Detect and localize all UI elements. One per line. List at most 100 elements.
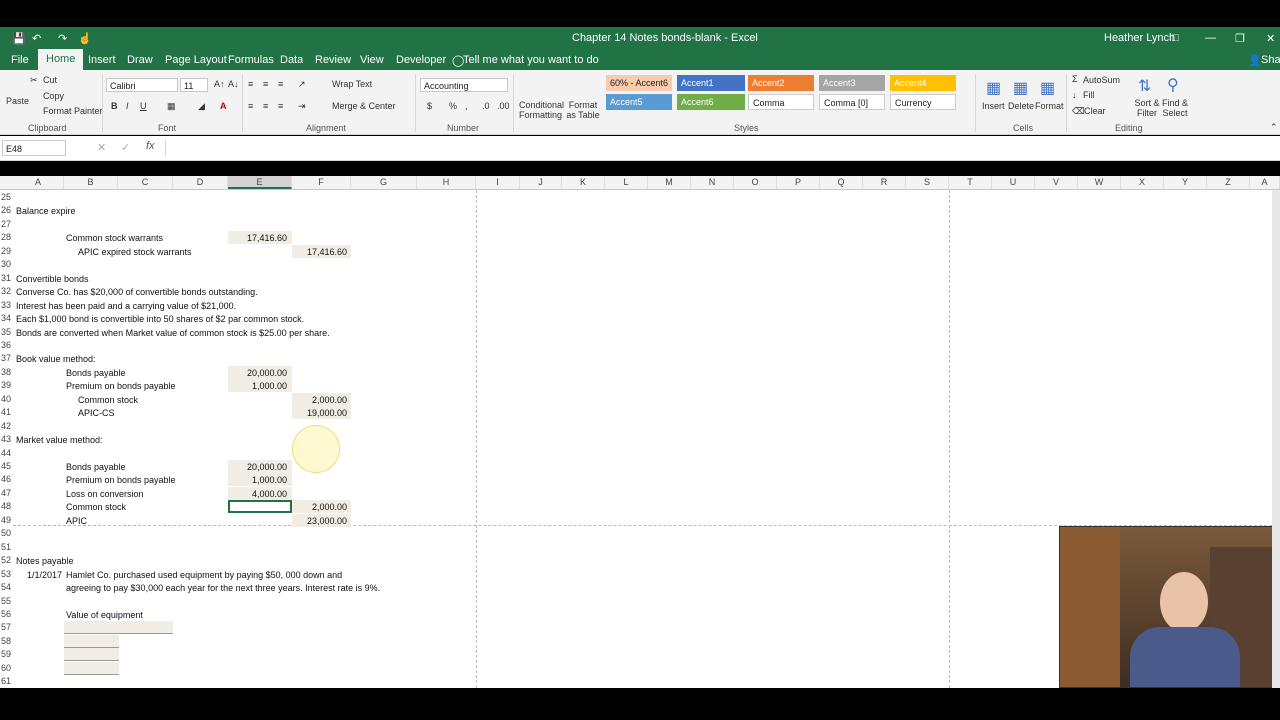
- row-header-32[interactable]: 32: [0, 285, 14, 298]
- cell-45B[interactable]: Bonds payable: [66, 461, 126, 473]
- sort-filter-button[interactable]: Sort & Filter: [1133, 98, 1161, 118]
- cell-32A[interactable]: Converse Co. has $20,000 of convertible …: [16, 286, 258, 298]
- row-header-59[interactable]: 59: [0, 648, 14, 661]
- column-header-n[interactable]: N: [691, 176, 734, 189]
- delete-cells-button[interactable]: Delete: [1008, 101, 1034, 111]
- cell-35A[interactable]: Bonds are converted when Market value of…: [16, 327, 330, 339]
- cell-style-6[interactable]: Accent6: [677, 94, 745, 110]
- insert-function-icon[interactable]: fx: [146, 140, 155, 152]
- column-header-c[interactable]: C: [118, 176, 173, 189]
- row-header-28[interactable]: 28: [0, 231, 14, 244]
- tab-formulas[interactable]: Formulas: [228, 54, 274, 66]
- cell-41F[interactable]: 19,000.00: [292, 407, 347, 419]
- column-header-h[interactable]: H: [417, 176, 476, 189]
- cell-33A[interactable]: Interest has been paid and a carrying va…: [16, 300, 236, 312]
- cell-53A[interactable]: 1/1/2017: [27, 569, 62, 581]
- cell-38E[interactable]: 20,000.00: [228, 367, 287, 379]
- wrap-text-button[interactable]: Wrap Text: [332, 79, 372, 89]
- row-header-40[interactable]: 40: [0, 393, 14, 406]
- cell-29F[interactable]: 17,416.60: [292, 246, 347, 258]
- font-name-combo[interactable]: Calibri: [106, 78, 178, 92]
- cell-49B[interactable]: APIC: [66, 515, 87, 527]
- row-header-53[interactable]: 53: [0, 568, 14, 581]
- italic-icon[interactable]: I: [126, 101, 129, 111]
- column-header-a[interactable]: A: [13, 176, 64, 189]
- column-header-y[interactable]: Y: [1164, 176, 1207, 189]
- row-header-50[interactable]: 50: [0, 527, 14, 540]
- cell-40F[interactable]: 2,000.00: [292, 394, 347, 406]
- fill-button[interactable]: Fill: [1083, 90, 1095, 100]
- cut-button[interactable]: Cut: [43, 75, 57, 85]
- font-color-icon[interactable]: A: [220, 101, 227, 111]
- save-icon[interactable]: 💾: [12, 32, 26, 45]
- cell-31A[interactable]: Convertible bonds: [16, 273, 89, 285]
- column-header-o[interactable]: O: [734, 176, 777, 189]
- column-header-b[interactable]: B: [64, 176, 118, 189]
- cell-style-7[interactable]: Comma: [748, 94, 814, 110]
- cell-49F[interactable]: 23,000.00: [292, 515, 347, 527]
- row-header-45[interactable]: 45: [0, 460, 14, 473]
- cell-style-0[interactable]: 60% - Accent6: [606, 75, 672, 91]
- align-right-icon[interactable]: ≡: [278, 101, 283, 111]
- tab-draw[interactable]: Draw: [127, 54, 153, 66]
- cut-icon[interactable]: ✂: [30, 75, 38, 86]
- clear-icon[interactable]: ⌫: [1072, 106, 1085, 117]
- autosum-button[interactable]: AutoSum: [1083, 75, 1120, 85]
- indent-icon[interactable]: ⇥: [298, 101, 306, 112]
- middle-align-icon[interactable]: ≡: [263, 79, 268, 89]
- copy-button[interactable]: Copy: [43, 91, 64, 101]
- cell-style-9[interactable]: Currency: [890, 94, 956, 110]
- column-header-p[interactable]: P: [777, 176, 820, 189]
- top-align-icon[interactable]: ≡: [248, 79, 253, 89]
- row-header-34[interactable]: 34: [0, 312, 14, 325]
- clear-button[interactable]: Clear: [1084, 106, 1106, 116]
- collapse-ribbon-icon[interactable]: ⌃: [1270, 122, 1278, 133]
- align-center-icon[interactable]: ≡: [263, 101, 268, 111]
- column-header-x[interactable]: X: [1121, 176, 1164, 189]
- cell-style-3[interactable]: Accent3: [819, 75, 885, 91]
- tab-view[interactable]: View: [360, 54, 384, 66]
- tab-page-layout[interactable]: Page Layout: [165, 54, 227, 66]
- column-header-v[interactable]: V: [1035, 176, 1078, 189]
- row-header-38[interactable]: 38: [0, 366, 14, 379]
- row-header-26[interactable]: 26: [0, 204, 14, 217]
- delete-cells-icon[interactable]: ▦: [1013, 78, 1028, 98]
- cell-34A[interactable]: Each $1,000 bond is convertible into 50 …: [16, 313, 304, 325]
- row-header-36[interactable]: 36: [0, 339, 14, 352]
- ribbon-display-icon[interactable]: □: [1172, 32, 1179, 44]
- row-header-30[interactable]: 30: [0, 258, 14, 271]
- row-header-54[interactable]: 54: [0, 581, 14, 594]
- row-header-44[interactable]: 44: [0, 447, 14, 460]
- insert-cells-button[interactable]: Insert: [982, 101, 1005, 111]
- cell-46B[interactable]: Premium on bonds payable: [66, 474, 176, 486]
- cell-46E[interactable]: 1,000.00: [228, 474, 287, 486]
- cell-52A[interactable]: Notes payable: [16, 555, 74, 567]
- cell-48B[interactable]: Common stock: [66, 501, 126, 513]
- selected-cell-e48[interactable]: [228, 500, 292, 514]
- sort-filter-icon[interactable]: ⇅: [1138, 76, 1151, 96]
- column-header-i[interactable]: I: [476, 176, 520, 189]
- row-header-57[interactable]: 57: [0, 621, 14, 634]
- orientation-icon[interactable]: ↗: [298, 79, 306, 90]
- conditional-formatting-button[interactable]: Conditional Formatting: [519, 100, 564, 120]
- row-header-48[interactable]: 48: [0, 500, 14, 513]
- cell-37A[interactable]: Book value method:: [16, 353, 96, 365]
- row-header-49[interactable]: 49: [0, 514, 14, 527]
- row-header-33[interactable]: 33: [0, 299, 14, 312]
- minimize-icon[interactable]: —: [1205, 32, 1216, 44]
- percent-icon[interactable]: %: [449, 101, 457, 111]
- cell-41B[interactable]: APIC-CS: [78, 407, 115, 419]
- bold-icon[interactable]: B: [111, 101, 118, 111]
- row-header-56[interactable]: 56: [0, 608, 14, 621]
- row-header-60[interactable]: 60: [0, 662, 14, 675]
- cell-40B[interactable]: Common stock: [78, 394, 138, 406]
- autosum-icon[interactable]: Σ: [1072, 74, 1078, 84]
- cell-26A[interactable]: Balance expire: [16, 205, 76, 217]
- maximize-icon[interactable]: ❐: [1235, 32, 1245, 45]
- find-select-button[interactable]: Find & Select: [1160, 98, 1190, 118]
- shrink-font-icon[interactable]: A↓: [228, 79, 239, 89]
- grow-font-icon[interactable]: A↑: [214, 79, 225, 89]
- fill-color-icon[interactable]: ◢: [198, 101, 205, 112]
- cell-style-8[interactable]: Comma [0]: [819, 94, 885, 110]
- cell-style-5[interactable]: Accent5: [606, 94, 672, 110]
